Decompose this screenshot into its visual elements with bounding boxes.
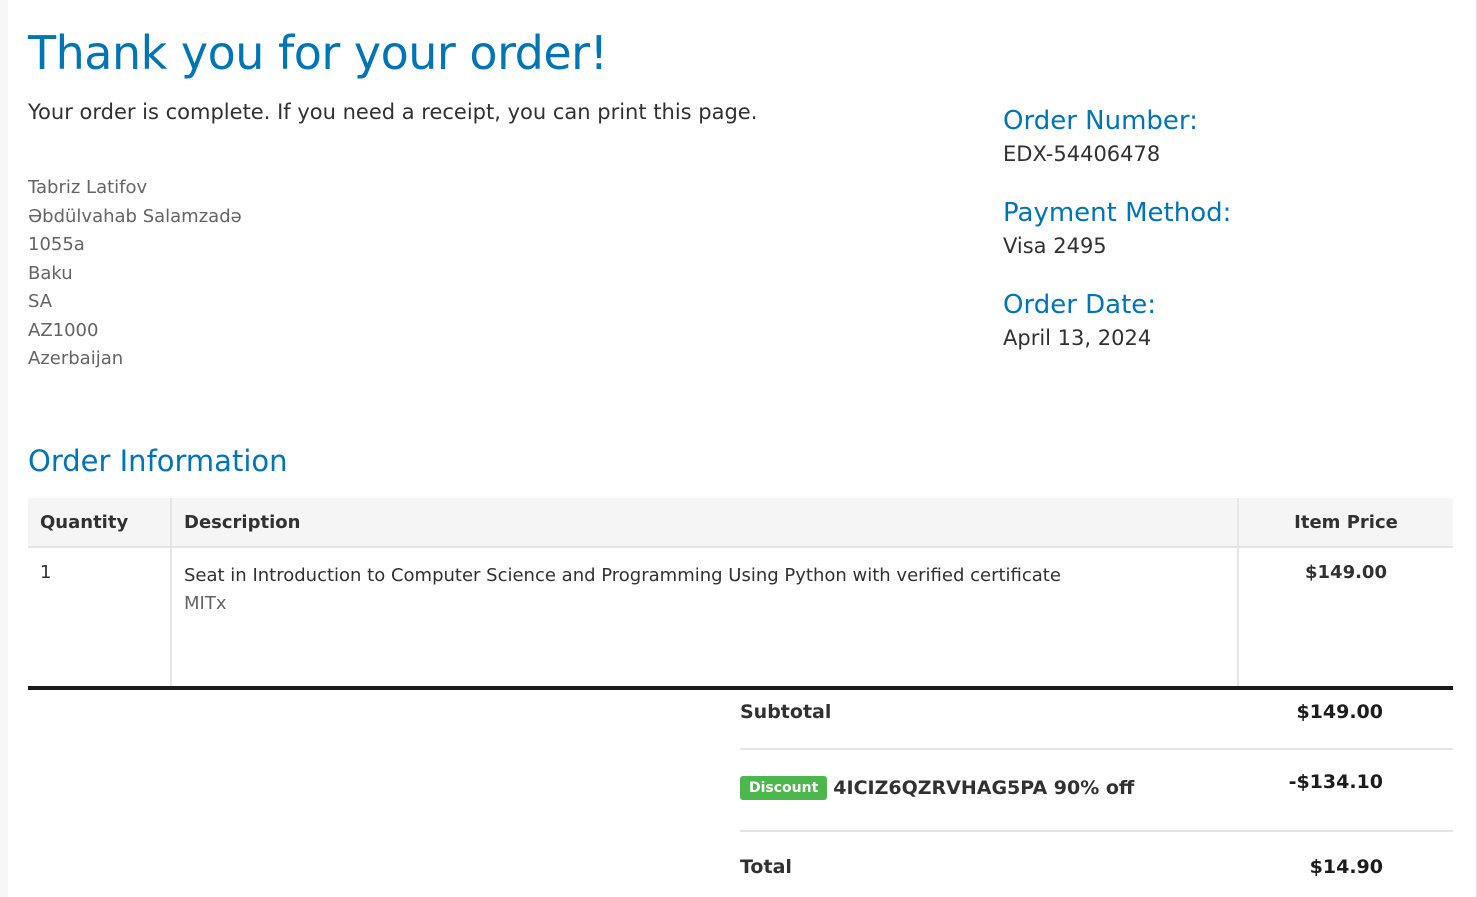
order-summary-meta: Order Number: EDX-54406478 Payment Metho…	[1003, 104, 1231, 380]
description-column-header: Description	[170, 498, 1238, 548]
order-totals: Subtotal $149.00 Discount 4ICIZ6QZRVHAG5…	[740, 680, 1453, 892]
discount-code: 4ICIZ6QZRVHAG5PA 90% off	[833, 777, 1135, 799]
table-row: 1 Seat in Introduction to Computer Scien…	[28, 547, 1453, 688]
address-line-country: Azerbaijan	[28, 348, 124, 369]
discount-badge: Discount	[740, 776, 828, 800]
item-description-cell: Seat in Introduction to Computer Science…	[170, 547, 1238, 688]
payment-method-label: Payment Method:	[1003, 198, 1232, 228]
order-items-table: Quantity Description Item Price 1 Seat i…	[28, 498, 1453, 690]
page-title: Thank you for your order!	[28, 26, 608, 80]
billing-address: Tabriz Latifov Əbdülvahab Salamzadə 1055…	[28, 174, 242, 374]
receipt-page: Thank you for your order! Your order is …	[0, 0, 1477, 897]
item-price-column-header: Item Price	[1237, 498, 1453, 548]
address-line-state: SA	[28, 291, 53, 312]
discount-value: -$134.10	[1288, 771, 1383, 793]
total-label: Total	[740, 856, 792, 878]
order-date-value: April 13, 2024	[1003, 326, 1152, 350]
item-description: Seat in Introduction to Computer Science…	[184, 565, 1061, 586]
item-organization: MITx	[184, 593, 227, 614]
subtotal-row: Subtotal $149.00	[740, 680, 1453, 750]
table-header-row: Quantity Description Item Price	[28, 498, 1453, 548]
address-line-street: Əbdülvahab Salamzadə	[28, 205, 242, 227]
order-information-heading: Order Information	[28, 444, 288, 478]
order-complete-message: Your order is complete. If you need a re…	[28, 100, 758, 124]
payment-method-block: Payment Method: Visa 2495	[1003, 196, 1231, 262]
quantity-column-header: Quantity	[28, 498, 171, 548]
payment-method-value: Visa 2495	[1003, 234, 1107, 258]
discount-info: Discount 4ICIZ6QZRVHAG5PA 90% off	[740, 776, 1134, 800]
total-row: Total $14.90	[740, 832, 1453, 892]
address-line-name: Tabriz Latifov	[28, 177, 148, 198]
subtotal-label: Subtotal	[740, 701, 832, 723]
address-line-unit: 1055a	[28, 234, 85, 255]
order-date-label: Order Date:	[1003, 290, 1157, 320]
subtotal-value: $149.00	[1296, 701, 1383, 723]
order-date-block: Order Date: April 13, 2024	[1003, 288, 1231, 354]
order-number-label: Order Number:	[1003, 106, 1198, 136]
address-line-city: Baku	[28, 262, 73, 284]
address-line-postal-code: AZ1000	[28, 319, 99, 341]
item-quantity: 1	[40, 562, 52, 583]
order-number-block: Order Number: EDX-54406478	[1003, 104, 1231, 170]
discount-row: Discount 4ICIZ6QZRVHAG5PA 90% off -$134.…	[740, 750, 1453, 832]
order-number-value: EDX-54406478	[1003, 142, 1161, 166]
item-price: $149.00	[1237, 547, 1453, 688]
total-value: $14.90	[1309, 856, 1383, 878]
